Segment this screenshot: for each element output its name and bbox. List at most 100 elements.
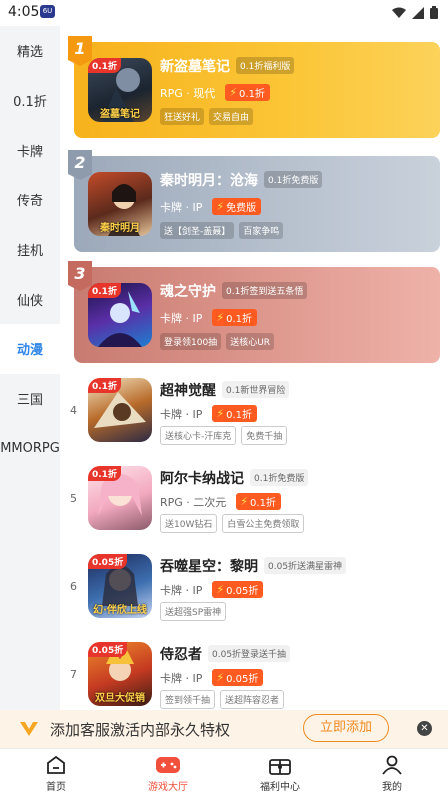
promo-pill: 0.1新世界冒险 [222, 381, 290, 398]
vip-icon [20, 722, 38, 736]
game-tag: 送超强SP雷神 [160, 602, 227, 621]
promo-pill: 0.1折免费版 [264, 171, 323, 188]
game-tag: 白雪公主免费领取 [222, 514, 305, 533]
sidebar-item-card[interactable]: 卡牌 [0, 125, 60, 175]
game-tags: 送【剑圣-盖聂】 百家争鸣 [160, 222, 284, 239]
battery-icon [430, 6, 438, 19]
game-list-item[interactable]: 4 0.1折 超神觉醒 0.1新世界冒险 卡牌 · IP ⚡ 0.1折 送核心卡-汗… [60, 374, 448, 462]
gift-box-icon [269, 759, 291, 775]
status-bar: 4:05 6U [0, 0, 448, 26]
featured-game-card[interactable]: 2 秦时明月 秦时明月：沧海 0.1折免费版 卡牌 · IP ⚡ 免费版 送【剑圣-… [68, 150, 440, 252]
game-meta: 卡牌 · IP ⚡ 0.05折 [160, 581, 264, 598]
nav-game-hall[interactable]: 游戏大厅 [112, 749, 224, 796]
promo-pill: 0.1折免费版 [250, 469, 309, 486]
lightning-icon: ⚡ [216, 311, 225, 324]
game-icon[interactable]: 0.1折 [88, 378, 152, 442]
game-meta: RPG · 二次元 ⚡ 0.1折 [160, 493, 281, 510]
game-icon[interactable]: 0.1折 [88, 466, 152, 530]
game-meta: 卡牌 · IP ⚡ 免费版 [160, 198, 262, 215]
game-tag: 签到领千抽 [160, 690, 216, 709]
lightning-icon: ⚡ [240, 495, 249, 508]
discount-badge: ⚡ 0.1折 [212, 405, 258, 422]
game-list: 1 0.1折 盗墓笔记 新盗墓笔记 0.1折福利版 RPG · 现代 ⚡ 0.1折 … [60, 26, 448, 710]
sidebar-item-featured[interactable]: 精选 [0, 26, 60, 76]
game-tag: 送【剑圣-盖聂】 [160, 222, 235, 239]
game-meta: 卡牌 · IP ⚡ 0.1折 [160, 309, 258, 326]
signal-icon [412, 6, 424, 19]
game-tag: 送核心UR [226, 333, 275, 350]
featured-game-card[interactable]: 3 0.1折 魂之守护 0.1折签到送五条悟 卡牌 · IP ⚡ 0.1折 登录领1… [68, 261, 440, 363]
nav-welfare-center[interactable]: 福利中心 [224, 749, 336, 796]
game-icon[interactable]: 0.1折 盗墓笔记 [88, 58, 152, 122]
game-name: 超神觉醒 0.1新世界冒险 [160, 380, 290, 400]
game-meta: 卡牌 · IP ⚡ 0.05折 [160, 669, 264, 686]
game-name: 吞噬星空：黎明 0.05折送满星雷神 [160, 556, 347, 576]
promo-pill: 0.05折登录送千抽 [208, 645, 291, 662]
home-icon [47, 755, 65, 774]
game-tag: 送超阵容忍者 [220, 690, 285, 709]
game-tag: 百家争鸣 [239, 222, 284, 239]
game-meta: RPG · 现代 ⚡ 0.1折 [160, 84, 270, 101]
promo-pill: 0.05折送满星雷神 [264, 557, 347, 574]
discount-badge: ⚡ 0.1折 [225, 84, 270, 101]
rank-number: 7 [70, 668, 77, 681]
user-icon [382, 755, 402, 775]
game-meta: 卡牌 · IP ⚡ 0.1折 [160, 405, 258, 422]
game-tag: 狂送好礼 [160, 108, 205, 125]
status-time: 4:05 [8, 4, 40, 20]
system-icons [392, 6, 438, 19]
game-list-item[interactable]: 7 0.05折 双旦大促销 侍忍者 0.05折登录送千抽 卡牌 · IP ⚡ 0.0… [60, 638, 448, 710]
game-tag: 登录领100抽 [160, 333, 222, 350]
game-tag: 送核心卡-汗库克 [160, 426, 237, 445]
game-list-item[interactable]: 5 0.1折 阿尔卡纳战记 0.1折免费版 RPG · 二次元 ⚡ 0.1折 送10… [60, 462, 448, 550]
game-icon[interactable]: 0.1折 [88, 283, 152, 347]
game-tags: 送超强SP雷神 [160, 602, 227, 621]
bottom-navigation: 首页 游戏大厅 福利中心 我的 [0, 748, 448, 796]
game-icon[interactable]: 秦时明月 [88, 172, 152, 236]
close-icon[interactable]: ✕ [417, 721, 432, 736]
discount-badge: ⚡ 免费版 [212, 198, 262, 215]
game-tags: 狂送好礼 交易自由 [160, 108, 254, 125]
promo-text: 添加客服激活内部永久特权 [50, 721, 231, 739]
wifi-icon [392, 7, 406, 18]
promo-pill: 0.1折福利版 [236, 57, 295, 74]
game-tag: 送10W钻石 [160, 514, 218, 533]
nav-profile[interactable]: 我的 [336, 749, 448, 796]
rank-number: 4 [70, 404, 77, 417]
sidebar-item-anime[interactable]: 动漫 [0, 324, 60, 374]
game-tags: 登录领100抽 送核心UR [160, 333, 275, 350]
rank-number: 6 [70, 580, 77, 593]
game-name: 魂之守护 0.1折签到送五条悟 [160, 281, 308, 301]
game-tags: 送10W钻石 白雪公主免费领取 [160, 514, 305, 533]
sidebar-item-idle[interactable]: 挂机 [0, 225, 60, 275]
game-name: 新盗墓笔记 0.1折福利版 [160, 56, 295, 76]
discount-badge: ⚡ 0.05折 [212, 669, 264, 686]
sidebar-item-xianxia[interactable]: 仙侠 [0, 274, 60, 324]
rank-number: 5 [70, 492, 77, 505]
customer-service-promo-bar: 添加客服激活内部永久特权 立即添加 ✕ [0, 710, 448, 748]
game-tags: 签到领千抽 送超阵容忍者 [160, 690, 285, 709]
category-sidebar: 精选 0.1折 卡牌 传奇 挂机 仙侠 动漫 三国 MMORPG [0, 26, 60, 710]
gamepad-icon [156, 757, 180, 773]
sidebar-item-legend[interactable]: 传奇 [0, 175, 60, 225]
promo-pill: 0.1折签到送五条悟 [222, 282, 308, 299]
discount-badge: ⚡ 0.05折 [212, 581, 264, 598]
sidebar-item-three-kingdoms[interactable]: 三国 [0, 374, 60, 424]
app-notification-icon: 6U [40, 5, 55, 18]
game-name: 侍忍者 0.05折登录送千抽 [160, 644, 291, 664]
add-now-button[interactable]: 立即添加 [303, 714, 389, 742]
game-name: 阿尔卡纳战记 0.1折免费版 [160, 468, 309, 488]
sidebar-item-0.1-discount[interactable]: 0.1折 [0, 76, 60, 126]
game-name: 秦时明月：沧海 0.1折免费版 [160, 170, 323, 190]
game-list-item[interactable]: 6 0.05折 幻·伴欣上线 吞噬星空：黎明 0.05折送满星雷神 卡牌 · IP… [60, 550, 448, 638]
featured-game-card[interactable]: 1 0.1折 盗墓笔记 新盗墓笔记 0.1折福利版 RPG · 现代 ⚡ 0.1折 … [68, 36, 440, 138]
game-tags: 送核心卡-汗库克 免费千抽 [160, 426, 288, 445]
sidebar-item-mmorpg[interactable]: MMORPG [0, 424, 60, 474]
game-icon[interactable]: 0.05折 双旦大促销 [88, 642, 152, 706]
lightning-icon: ⚡ [216, 200, 225, 213]
game-icon[interactable]: 0.05折 幻·伴欣上线 [88, 554, 152, 618]
game-tag: 免费千抽 [241, 426, 288, 445]
nav-home[interactable]: 首页 [0, 749, 112, 796]
discount-badge: ⚡ 0.1折 [212, 309, 258, 326]
lightning-icon: ⚡ [216, 583, 225, 596]
